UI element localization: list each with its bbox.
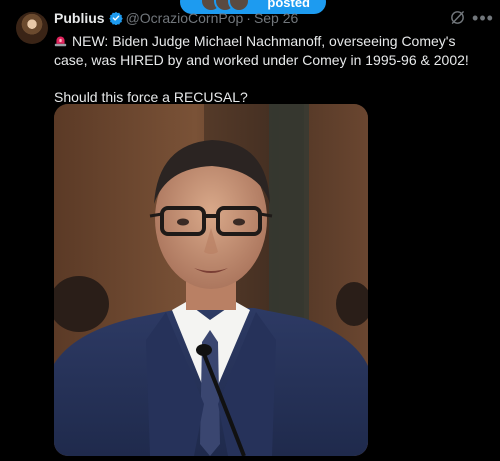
separator-dot: ·: [246, 10, 251, 26]
author-handle[interactable]: @OcrazioCornPop: [126, 10, 244, 26]
post-timestamp[interactable]: Sep 26: [254, 10, 298, 26]
verified-badge-icon: [108, 11, 123, 25]
tweet-card[interactable]: posted Publius @OcrazioCornPop · Sep 26 …: [0, 0, 500, 461]
author-name[interactable]: Publius: [54, 10, 105, 26]
more-options-icon[interactable]: •••: [472, 9, 493, 27]
tweet-text: NEW: Biden Judge Michael Nachmanoff, ove…: [54, 32, 482, 107]
tweet-media-photo[interactable]: [54, 104, 368, 456]
siren-emoji-icon: [54, 36, 67, 47]
tweet-header: Publius @OcrazioCornPop · Sep 26: [54, 9, 298, 27]
tweet-line-2: Should this force a RECUSAL?: [54, 89, 248, 105]
grok-icon[interactable]: [449, 9, 466, 26]
author-avatar[interactable]: [16, 12, 48, 44]
photo-illustration: [54, 104, 368, 456]
tweet-line-1: NEW: Biden Judge Michael Nachmanoff, ove…: [54, 33, 469, 68]
